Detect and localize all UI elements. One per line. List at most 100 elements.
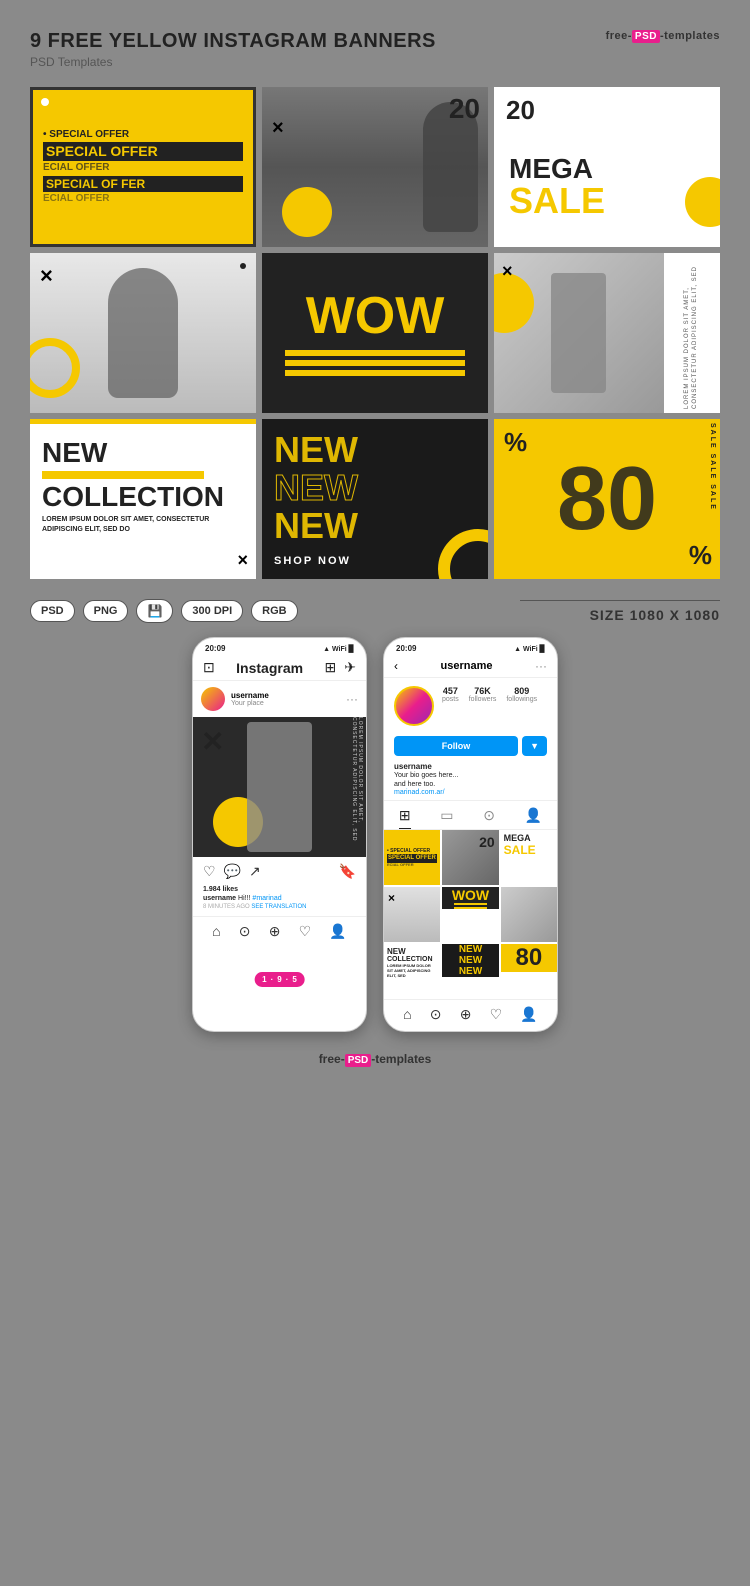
notif-dot-1: · bbox=[271, 975, 274, 984]
status-icons-2: ▲ WiFi ▉ bbox=[514, 645, 545, 653]
comment-icon[interactable]: 💬 bbox=[224, 863, 241, 880]
mini-hat-person: × bbox=[384, 887, 440, 942]
new-line-2: NEW bbox=[274, 469, 476, 507]
heart-nav-icon-2[interactable]: ♡ bbox=[490, 1006, 503, 1023]
phone-nav-1: ⊡ Instagram ⊞ ✈ bbox=[193, 655, 366, 681]
profile-grid: • SPECIAL OFFER SPECIAL OFFER ECIAL OFFE… bbox=[384, 830, 557, 999]
page-title: 9 FREE YELLOW INSTAGRAM BANNERS bbox=[30, 30, 436, 53]
profile-icon[interactable]: 👤 bbox=[329, 923, 346, 940]
profile-icon-2[interactable]: 👤 bbox=[520, 1006, 537, 1023]
mini-special-offer: • SPECIAL OFFER SPECIAL OFFER ECIAL OFFE… bbox=[384, 830, 440, 885]
post-image: ✕ LOREM IPSUM DOLOR SIT AMET, CONSECTETU… bbox=[193, 717, 366, 857]
tab-list[interactable]: ▭ bbox=[440, 807, 453, 829]
send-icon[interactable]: ✈ bbox=[344, 659, 356, 676]
caption-username: username bbox=[203, 895, 236, 902]
notif-9: 9 bbox=[277, 975, 281, 984]
bookmark-icon[interactable]: 🔖 bbox=[339, 863, 356, 880]
three-dots[interactable]: ··· bbox=[535, 659, 547, 673]
posts-label: posts bbox=[442, 696, 459, 703]
dot-hat bbox=[240, 263, 246, 269]
mini-wow-line-1 bbox=[454, 903, 488, 905]
mini-wow-line-2 bbox=[454, 907, 488, 909]
profile-info: 457 posts 76K followers 809 followings bbox=[384, 678, 557, 732]
bio-text-1: Your bio goes here... bbox=[394, 771, 547, 780]
yellow-line-2 bbox=[285, 360, 466, 366]
followers-num: 76K bbox=[474, 686, 491, 696]
plus-icon[interactable]: ⊕ bbox=[269, 923, 281, 940]
mini-new-dark: NEWNEWNEW bbox=[442, 944, 498, 977]
badges-section: PSD PNG 💾 300 DPI RGB SIZE 1080 X 1080 bbox=[30, 599, 720, 623]
person-silhouette bbox=[108, 268, 178, 398]
sale-text: SALE bbox=[509, 183, 705, 219]
tab-save[interactable]: 👤 bbox=[525, 807, 542, 829]
phone-profile: 20:09 ▲ WiFi ▉ ‹ username ··· 457 posts bbox=[383, 637, 558, 1032]
avatar-feed bbox=[201, 687, 225, 711]
post-rotated-text: LOREM IPSUM DOLOR SIT AMET, CONSECTETUR … bbox=[351, 717, 363, 857]
status-bar-2: 20:09 ▲ WiFi ▉ bbox=[384, 638, 557, 655]
special-line-1: • SPECIAL OFFER bbox=[43, 129, 243, 141]
post-actions: ♡ 💬 ↗ 🔖 bbox=[193, 857, 366, 886]
search-icon-2[interactable]: ⊙ bbox=[430, 1006, 442, 1023]
x-mark: × bbox=[272, 117, 284, 140]
plus-icon-2[interactable]: ⊕ bbox=[460, 1006, 472, 1023]
yellow-top-bar bbox=[30, 419, 256, 424]
mini-80-text: 80 bbox=[515, 944, 542, 972]
post-x: ✕ bbox=[201, 725, 224, 758]
profile-username: username bbox=[441, 660, 493, 672]
bio-link[interactable]: marinad.com.ar/ bbox=[394, 789, 547, 796]
badges-group: PSD PNG 💾 300 DPI RGB bbox=[30, 599, 298, 623]
share-icon[interactable]: ↗ bbox=[249, 863, 261, 880]
banner-special-offer: • SPECIAL OFFER SPECIAL OFFER ECIAL OFFE… bbox=[30, 87, 256, 247]
mini-new: NEW bbox=[387, 947, 437, 956]
post-time: 8 MINUTES AGO SEE TRANSLATION bbox=[193, 904, 366, 916]
followers-label: followers bbox=[469, 696, 497, 703]
follow-dropdown[interactable]: ▼ bbox=[522, 736, 547, 756]
camera-icon[interactable]: ⊡ bbox=[203, 659, 215, 676]
follow-button[interactable]: Follow bbox=[394, 736, 518, 756]
mini-coll: COLLECTION bbox=[387, 956, 437, 963]
mini-wow: WOW bbox=[442, 887, 498, 909]
post-header: username Your place ··· bbox=[193, 681, 366, 717]
see-translation[interactable]: SEE TRANSLATION bbox=[251, 904, 306, 910]
tab-tagged[interactable]: ⊙ bbox=[483, 807, 495, 829]
banner-hat-person: × bbox=[30, 253, 256, 413]
sale-vertical: SALE SALE SALE bbox=[705, 419, 720, 579]
profile-stats: 457 posts 76K followers 809 followings bbox=[442, 686, 547, 703]
mini-new-text: NEWNEWNEW bbox=[459, 944, 482, 977]
banner-mega-sale: 20 MEGA SALE bbox=[494, 87, 720, 247]
grid-cell-4: × bbox=[384, 887, 440, 942]
post-actions-left: ♡ 💬 ↗ bbox=[203, 863, 261, 880]
search-icon[interactable]: ⊙ bbox=[239, 923, 251, 940]
page-wrapper: 9 FREE YELLOW INSTAGRAM BANNERS PSD Temp… bbox=[0, 0, 750, 1097]
yellow-line-3 bbox=[285, 370, 466, 376]
stat-followers: 76K followers bbox=[469, 686, 497, 703]
tab-grid[interactable]: ⊞ bbox=[399, 807, 411, 829]
post-caption: username Hi!!! #marinad bbox=[193, 895, 366, 904]
heart-nav-icon[interactable]: ♡ bbox=[299, 923, 312, 940]
mini-wow-lines bbox=[454, 903, 488, 909]
rotated-text: LOREM IPSUM DOLOR SIT AMET, CONSECTETUR … bbox=[684, 257, 700, 409]
special-line-4: SPECIAL OF FER bbox=[43, 176, 243, 192]
time-ago: 8 MINUTES AGO bbox=[203, 904, 250, 910]
grid-cell-6 bbox=[501, 887, 557, 942]
mini-special-sm: ECIAL OFFER bbox=[387, 863, 437, 868]
tv-icon[interactable]: ⊞ bbox=[325, 659, 337, 676]
mini-mega-sale: MEGA SALE bbox=[501, 830, 557, 860]
profile-right: 457 posts 76K followers 809 followings bbox=[442, 686, 547, 726]
back-arrow[interactable]: ‹ bbox=[394, 659, 398, 673]
dot-decoration bbox=[41, 98, 49, 106]
following-num: 809 bbox=[514, 686, 529, 696]
home-icon-2[interactable]: ⌂ bbox=[403, 1006, 411, 1023]
header-logo: free-PSD-templates bbox=[606, 30, 720, 43]
special-line-5: ECIAL OFFER bbox=[43, 193, 243, 205]
heart-icon[interactable]: ♡ bbox=[203, 863, 216, 880]
mini-num-20: 20 bbox=[479, 834, 495, 850]
instagram-logo: Instagram bbox=[236, 660, 303, 676]
more-dots[interactable]: ··· bbox=[346, 692, 358, 706]
mini-photo-text bbox=[501, 887, 557, 942]
banner-wow: WOW bbox=[262, 253, 488, 413]
x-bottom: × bbox=[237, 550, 248, 571]
banner-new-collection: NEW COLLECTION LOREM IPSUM DOLOR SIT AME… bbox=[30, 419, 256, 579]
following-label: followings bbox=[506, 696, 537, 703]
home-icon[interactable]: ⌂ bbox=[212, 923, 220, 940]
